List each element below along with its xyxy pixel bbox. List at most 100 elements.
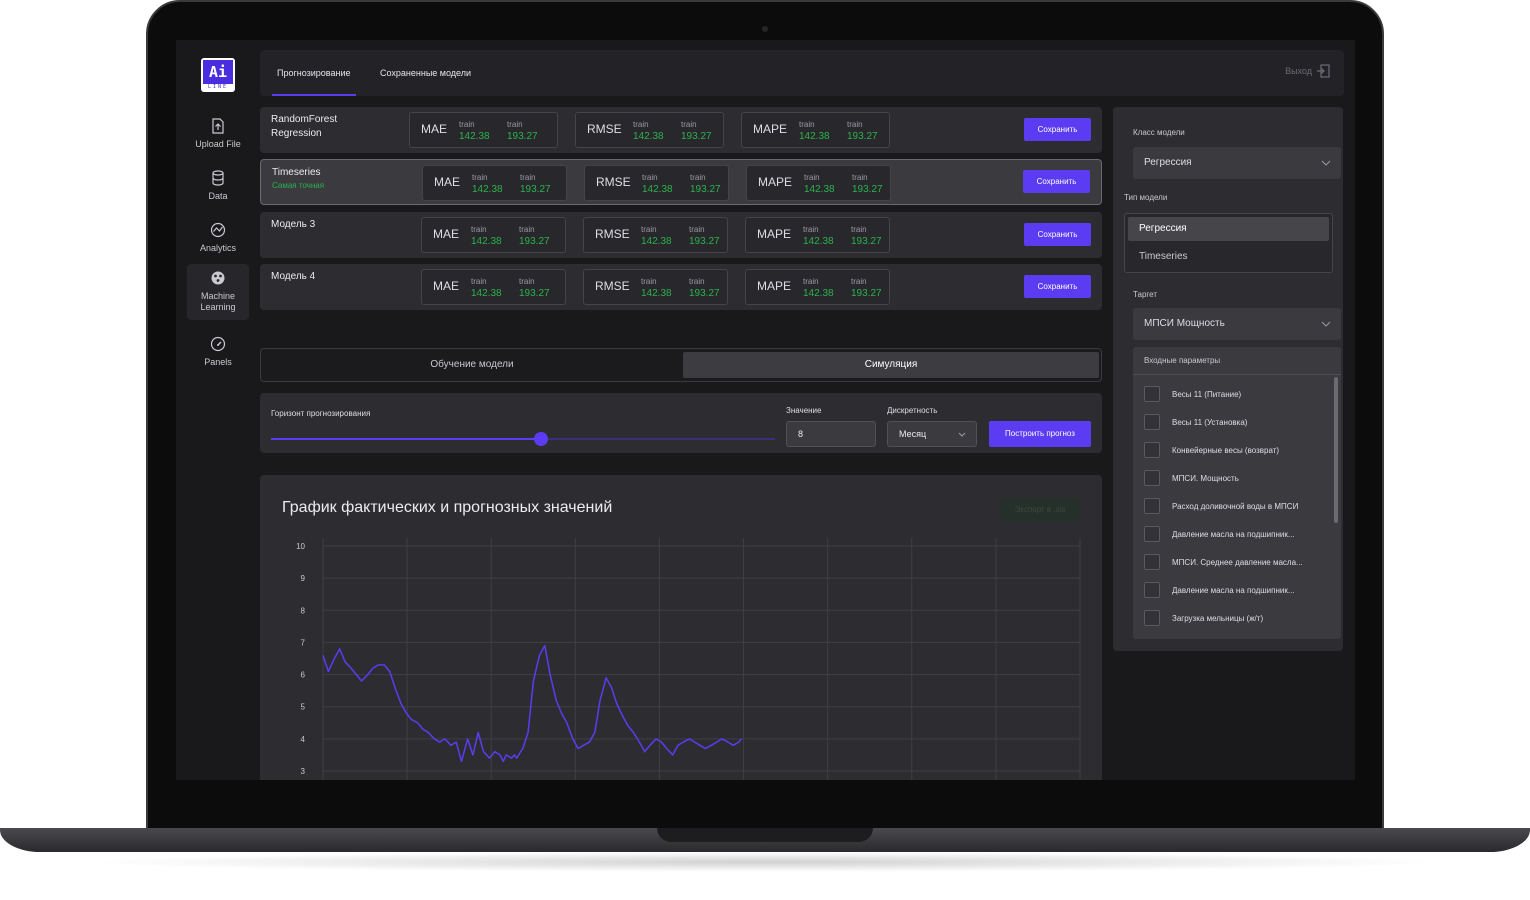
discreteness-select[interactable]: Месяц [887, 421, 977, 447]
metric-name: RMSE [587, 122, 622, 136]
save-button[interactable]: Сохранить [1023, 170, 1090, 193]
value-input[interactable]: 8 [786, 421, 876, 447]
y-tick-label: 8 [301, 606, 306, 615]
toggle-train-model[interactable]: Обучение модели [264, 352, 680, 378]
logout-button[interactable]: Выход [1285, 64, 1330, 78]
metric-col-2: train 193.27 [689, 224, 720, 248]
horizon-label: Горизонт прогнозирования [271, 409, 371, 418]
params-scrollbar[interactable] [1334, 377, 1338, 523]
sidebar-item-upload-file[interactable]: Upload File [187, 112, 249, 168]
input-param-item[interactable]: Весы 11 (Установка) [1144, 413, 1247, 431]
checkbox[interactable] [1144, 526, 1160, 542]
sidebar-item-machine-learning[interactable]: Machine Learning [187, 264, 249, 320]
target-select[interactable]: МПСИ Мощность [1133, 308, 1341, 340]
model-row-model-3[interactable]: Модель 3 MAE train 142.38 train 193.27 RMS… [260, 212, 1102, 258]
metric-mape: MAPE train 142.38 train 193.27 [745, 217, 890, 253]
database-icon [212, 170, 224, 186]
metric-col-label: train [690, 173, 706, 182]
model-row-randomforest[interactable]: RandomForest Regression MAE train 142.38 … [260, 107, 1102, 153]
metric-name: MAE [433, 227, 460, 241]
model-name: Модель 3 [271, 218, 351, 232]
sidebar-item-label: Panels [204, 357, 232, 367]
metric-col-value: 142.38 [642, 184, 673, 195]
model-type-option-timeseries[interactable]: Timeseries [1128, 245, 1329, 269]
checkbox[interactable] [1144, 554, 1160, 570]
metric-mape: MAPE train 142.38 train 193.27 [746, 165, 891, 201]
metric-col-2: train 193.27 [851, 276, 882, 300]
y-tick-label: 10 [296, 542, 305, 551]
y-tick-label: 6 [301, 671, 306, 680]
metric-col-1: train 142.38 [804, 172, 835, 196]
horizon-slider[interactable] [271, 432, 775, 446]
brain-icon [211, 271, 225, 285]
save-button[interactable]: Сохранить [1024, 118, 1091, 141]
checkbox[interactable] [1144, 582, 1160, 598]
metric-col-label: train [851, 277, 867, 286]
app-logo[interactable]: Ai LINE [201, 58, 235, 92]
model-row-timeseries[interactable]: Timeseries Самая точная MAE train 142.38 t… [260, 159, 1102, 205]
model-settings-panel: Класс модели Регрессия Тип модели Регрес… [1113, 107, 1343, 651]
metric-col-value: 142.38 [633, 131, 664, 142]
checkbox[interactable] [1144, 470, 1160, 486]
model-badge-most-accurate: Самая точная [272, 181, 325, 190]
metric-col-1: train 142.38 [641, 224, 672, 248]
upload-file-icon [212, 118, 224, 134]
sidebar-item-label: Upload File [195, 139, 241, 149]
tab-saved-models[interactable]: Сохраненные модели [380, 50, 471, 96]
model-name-text: Модель 4 [271, 271, 316, 282]
input-param-item[interactable]: МПСИ. Мощность [1144, 469, 1239, 487]
metric-name: MAE [421, 122, 448, 136]
checkbox[interactable] [1144, 610, 1160, 626]
metric-col-label: train [519, 277, 535, 286]
toggle-simulation[interactable]: Симуляция [683, 352, 1099, 378]
metric-col-2: train 193.27 [681, 119, 712, 143]
input-param-item[interactable]: Загрузка мельницы (ж/т) [1144, 609, 1263, 627]
metric-col-label: train [689, 277, 705, 286]
analytics-icon [210, 222, 226, 238]
mode-toggle: Обучение модели Симуляция [260, 348, 1102, 382]
metric-col-2: train 193.27 [847, 119, 878, 143]
chevron-down-icon [1321, 147, 1331, 193]
tab-forecasting[interactable]: Прогнозирование [272, 50, 356, 96]
checkbox[interactable] [1144, 414, 1160, 430]
checkbox[interactable] [1144, 442, 1160, 458]
input-param-label: Расход доливочной воды в МПСИ [1172, 501, 1299, 511]
input-param-label: МПСИ. Среднее давление масла... [1172, 557, 1303, 567]
metric-col-label: train [520, 173, 536, 182]
y-tick-label: 7 [301, 638, 306, 647]
metric-col-1: train 142.38 [471, 276, 502, 300]
metric-col-label: train [847, 120, 863, 129]
metric-col-1: train 142.38 [472, 172, 503, 196]
input-param-item[interactable]: Конвейерные весы (возврат) [1144, 441, 1279, 459]
checkbox[interactable] [1144, 498, 1160, 514]
save-button[interactable]: Сохранить [1024, 275, 1091, 298]
metric-col-value: 142.38 [803, 288, 834, 299]
model-type-option-regression[interactable]: Регрессия [1128, 217, 1329, 241]
model-class-select[interactable]: Регрессия [1133, 147, 1341, 179]
metric-col-value: 193.27 [519, 288, 550, 299]
input-param-item[interactable]: Давление масла на подшипник... [1144, 525, 1295, 543]
sidebar-item-data[interactable]: Data [187, 164, 249, 220]
input-param-item[interactable]: МПСИ. Среднее давление масла... [1144, 553, 1303, 571]
metric-col-2: train 193.27 [507, 119, 538, 143]
input-param-item[interactable]: Давление масла на подшипник... [1144, 581, 1295, 599]
sidebar-item-label: Analytics [199, 243, 236, 253]
input-param-item[interactable]: Расход доливочной воды в МПСИ [1144, 497, 1298, 515]
model-row-model-4[interactable]: Модель 4 MAE train 142.38 train 193.27 RMS… [260, 264, 1102, 310]
series-line [322, 644, 743, 763]
sidebar-item-panels[interactable]: Panels [187, 330, 249, 386]
metric-mape: MAPE train 142.38 train 193.27 [741, 112, 890, 148]
slider-thumb[interactable] [533, 432, 548, 446]
model-type-label: Тип модели [1124, 193, 1168, 202]
checkbox[interactable] [1144, 386, 1160, 402]
metric-mae: MAE train 142.38 train 193.27 [422, 165, 567, 201]
metric-col-label: train [633, 120, 649, 129]
metric-col-2: train 193.27 [519, 224, 550, 248]
metric-col-1: train 142.38 [799, 119, 830, 143]
save-button[interactable]: Сохранить [1024, 223, 1091, 246]
input-param-item[interactable]: Весы 11 (Питание) [1144, 385, 1241, 403]
metric-col-label: train [689, 225, 705, 234]
model-name: Модель 4 [271, 270, 351, 284]
metric-name: MAE [433, 279, 460, 293]
build-forecast-button[interactable]: Построить прогноз [989, 421, 1091, 447]
